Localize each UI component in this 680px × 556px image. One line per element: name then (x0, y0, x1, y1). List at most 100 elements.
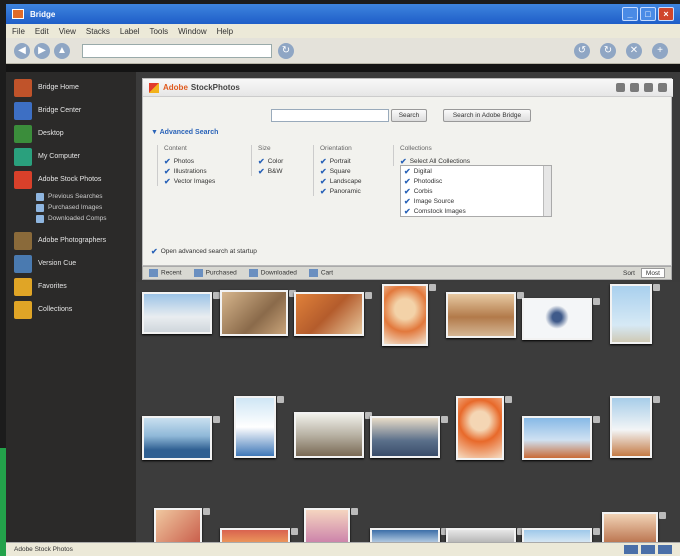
collection-item[interactable]: ✔ Photodisc (401, 176, 551, 186)
flag-icon[interactable] (593, 298, 600, 305)
close-button[interactable]: × (658, 7, 674, 21)
flag-icon[interactable] (213, 416, 220, 423)
menu-edit[interactable]: Edit (35, 27, 49, 36)
collections-scrollbar[interactable] (543, 166, 551, 216)
sidebar-item-bridge-home[interactable]: Bridge Home (6, 76, 136, 99)
flag-icon[interactable] (653, 284, 660, 291)
thumbnail[interactable] (610, 284, 660, 344)
back-icon[interactable]: ◀ (14, 42, 30, 59)
flag-icon[interactable] (203, 508, 210, 515)
sidebar-item-bridge-center[interactable]: Bridge Center (6, 99, 136, 122)
collection-item[interactable]: ✔ Digital (401, 166, 551, 176)
sidebar-item-photographers[interactable]: Adobe Photographers (6, 229, 136, 252)
checkbox-bw[interactable]: ✔ B&W (258, 166, 283, 176)
collections-list[interactable]: ✔ Digital ✔ Photodisc ✔ Corbis ✔ Image Sourc… (400, 165, 552, 217)
collection-label: Digital (413, 167, 432, 175)
menu-label[interactable]: Label (120, 27, 140, 36)
checkbox-panoramic[interactable]: ✔ Panoramic (320, 186, 362, 196)
forward-icon[interactable]: ▶ (34, 42, 50, 59)
account-icon[interactable] (644, 83, 653, 92)
thumbnail[interactable] (142, 416, 220, 460)
checkbox-vector-images[interactable]: ✔ Vector Images (164, 176, 215, 186)
sidebar-item-collections[interactable]: Collections (6, 298, 136, 321)
sidebar-item-favorites[interactable]: Favorites (6, 275, 136, 298)
thumbnail[interactable] (294, 412, 372, 458)
thumbnail[interactable] (610, 396, 660, 458)
menu-stacks[interactable]: Stacks (86, 27, 110, 36)
rotate-left-icon[interactable]: ↺ (574, 42, 590, 59)
home-icon[interactable] (616, 83, 625, 92)
thumbnail[interactable] (446, 292, 524, 338)
thumbnail[interactable] (382, 284, 436, 346)
new-folder-icon[interactable]: + (652, 42, 668, 59)
bridge-window: Bridge _ □ × File Edit View Stacks Label… (6, 4, 680, 556)
thumbnail[interactable] (234, 396, 284, 458)
checkbox-photos[interactable]: ✔ Photos (164, 156, 215, 166)
sidebar-item-my-computer[interactable]: My Computer (6, 145, 136, 168)
thumbnail[interactable] (522, 298, 600, 340)
thumbnail[interactable] (370, 416, 448, 458)
sidebar-subitem-label: Purchased Images (48, 204, 103, 211)
sidebar-item-version-cue[interactable]: Version Cue (6, 252, 136, 275)
address-field[interactable] (82, 43, 272, 58)
minimize-button[interactable]: _ (622, 7, 638, 21)
checkbox-square[interactable]: ✔ Square (320, 166, 362, 176)
flag-icon[interactable] (659, 512, 666, 519)
flag-icon[interactable] (291, 528, 298, 535)
flag-icon[interactable] (213, 292, 220, 299)
sidebar-subitem-previous-searches[interactable]: Previous Searches (6, 191, 136, 202)
footer-tab-purchased[interactable]: Purchased (193, 269, 237, 277)
checkbox-open-advanced-startup[interactable]: ✔ Open advanced search at startup (151, 247, 257, 256)
checkbox-illustrations[interactable]: ✔ Illustrations (164, 166, 215, 176)
menu-view[interactable]: View (59, 27, 76, 36)
sidebar-subitem-downloaded[interactable]: Downloaded Comps (6, 213, 136, 224)
sidebar-item-desktop[interactable]: Desktop (6, 122, 136, 145)
filter-group-title: Orientation (320, 145, 352, 152)
collection-item[interactable]: ✔ Comstock Images (401, 206, 551, 216)
sort-select[interactable]: Most (640, 268, 665, 278)
sidebar-item-stock-photos[interactable]: Adobe Stock Photos (6, 168, 136, 191)
flag-icon[interactable] (653, 396, 660, 403)
footer-tab-downloaded[interactable]: Downloaded (248, 269, 297, 277)
menu-tools[interactable]: Tools (149, 27, 168, 36)
help-icon[interactable] (658, 83, 667, 92)
folder-up-icon[interactable]: ▲ (54, 42, 70, 59)
thumbnail[interactable] (522, 416, 600, 460)
thumbnail[interactable] (142, 292, 220, 334)
flag-icon[interactable] (365, 292, 372, 299)
flag-icon[interactable] (277, 396, 284, 403)
checkbox-landscape[interactable]: ✔ Landscape (320, 176, 362, 186)
menu-file[interactable]: File (12, 27, 25, 36)
view-details-icon[interactable] (658, 545, 672, 554)
search-in-bridge-button[interactable]: Search in Adobe Bridge (443, 109, 531, 122)
footer-tab-cart[interactable]: Cart (308, 269, 333, 277)
rotate-right-icon[interactable]: ↻ (600, 42, 616, 59)
flag-icon[interactable] (429, 284, 436, 291)
view-filmstrip-icon[interactable] (641, 545, 655, 554)
thumbnail[interactable] (456, 396, 512, 460)
menu-help[interactable]: Help (217, 27, 233, 36)
collection-item[interactable]: ✔ Image Source (401, 196, 551, 206)
thumbnail[interactable] (220, 290, 296, 336)
footer-tab-recent[interactable]: Recent (149, 269, 182, 277)
flag-icon[interactable] (593, 528, 600, 535)
menu-window[interactable]: Window (178, 27, 206, 36)
delete-icon[interactable]: ✕ (626, 42, 642, 59)
flag-icon[interactable] (441, 416, 448, 423)
view-thumbnails-icon[interactable] (624, 545, 638, 554)
checkbox-color[interactable]: ✔ Color (258, 156, 283, 166)
flag-icon[interactable] (593, 416, 600, 423)
stock-search-input[interactable] (271, 109, 389, 122)
advanced-search-toggle[interactable]: ▼ Advanced Search (151, 129, 218, 136)
cart-icon[interactable] (630, 83, 639, 92)
search-button[interactable]: Search (391, 109, 427, 122)
maximize-button[interactable]: □ (640, 7, 656, 21)
sidebar-subitem-purchased[interactable]: Purchased Images (6, 202, 136, 213)
thumbnail[interactable] (294, 292, 372, 336)
flag-icon[interactable] (351, 508, 358, 515)
checkbox-portrait[interactable]: ✔ Portrait (320, 156, 362, 166)
bridge-center-icon (14, 101, 32, 120)
flag-icon[interactable] (505, 396, 512, 403)
collection-item[interactable]: ✔ Corbis (401, 186, 551, 196)
refresh-icon[interactable]: ↻ (278, 42, 294, 59)
